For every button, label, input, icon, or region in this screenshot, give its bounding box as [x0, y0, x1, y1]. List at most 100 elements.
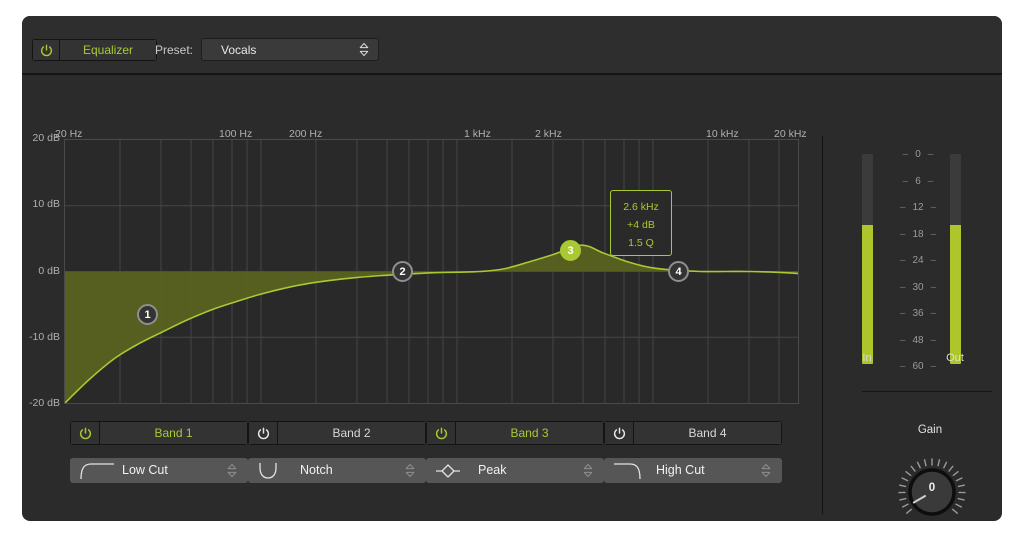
lowcut-curve-icon	[80, 463, 114, 480]
band-3-power-button[interactable]	[427, 422, 456, 444]
eq-node-2[interactable]: 2	[392, 261, 413, 282]
knob-tick	[951, 508, 958, 514]
meter-scale-tick: –18–	[882, 229, 954, 240]
db-tick-neg20: -20 dB	[29, 397, 60, 409]
band-2-power-button[interactable]	[249, 422, 278, 444]
chevron-updown-icon	[405, 463, 415, 478]
band-2-enable-group: Band 2	[248, 421, 426, 445]
plugin-header-bar: Equalizer Preset: Vocals	[22, 16, 1002, 75]
preset-selected-value: Vocals	[221, 43, 257, 57]
band-1-type-select[interactable]: Low Cut	[70, 458, 248, 483]
knob-tick	[899, 497, 907, 501]
gain-knob[interactable]: 0	[896, 454, 968, 521]
eq-node-4[interactable]: 4	[668, 261, 689, 282]
peak-curve-icon	[436, 464, 460, 478]
eq-node-1[interactable]: 1	[137, 304, 158, 325]
meter-tick-mark: –	[899, 361, 906, 372]
section-divider-vertical	[822, 136, 823, 514]
knob-tick	[943, 461, 948, 469]
meter-tick-mark: –	[899, 228, 906, 240]
knob-tick	[955, 477, 963, 482]
db-tick-0: 0 dB	[38, 265, 60, 277]
band-strip-2: Band 2 Notch	[248, 421, 426, 483]
meter-tick-mark: –	[899, 202, 906, 213]
eq-node-1-label: 1	[144, 308, 151, 321]
meter-scale-value: 60	[912, 361, 924, 372]
gain-value: 0	[928, 482, 936, 494]
preset-select[interactable]: Vocals	[201, 38, 379, 61]
band-strip-1: Band 1 Low Cut	[70, 421, 248, 483]
meter-scale-value: 6	[915, 175, 921, 187]
meter-scale-tick: –0–	[882, 149, 954, 160]
band-4-type-label: High Cut	[656, 463, 705, 477]
meter-tick-mark: –	[930, 308, 937, 319]
chevron-updown-icon	[227, 463, 237, 478]
knob-tick	[905, 470, 912, 477]
eq-node-3[interactable]: 3	[560, 240, 581, 261]
input-meter	[862, 154, 873, 364]
band-parameter-tooltip: 2.6 kHz +4 dB 1.5 Q	[610, 190, 672, 256]
knob-tick	[955, 503, 963, 508]
knob-tick	[916, 461, 921, 469]
meter-tick-mark: –	[930, 202, 937, 213]
meter-scale-tick: –36–	[882, 308, 954, 319]
meter-tick-mark: –	[899, 334, 906, 346]
meter-scale-tick: –30–	[882, 282, 954, 293]
output-meter-caption: Out	[946, 352, 964, 364]
band-strip-3: Band 3 Peak	[426, 421, 604, 483]
knob-tick	[948, 465, 954, 472]
knob-tick	[910, 465, 916, 472]
eq-node-4-label: 4	[675, 265, 682, 278]
power-icon	[40, 44, 52, 56]
knob-tick	[957, 497, 965, 501]
plugin-enable-group: Equalizer	[32, 39, 157, 61]
band-1-type-label: Low Cut	[122, 463, 168, 477]
meter-tick-mark: –	[930, 281, 937, 293]
knob-tick	[906, 508, 913, 514]
chevron-updown-icon	[359, 42, 369, 57]
band-3-name[interactable]: Band 3	[456, 422, 603, 444]
band-strip-4: Band 4 High Cut	[604, 421, 782, 483]
plugin-name-label[interactable]: Equalizer	[60, 40, 156, 60]
band-4-type-select[interactable]: High Cut	[604, 458, 782, 483]
plugin-power-button[interactable]	[33, 40, 60, 60]
band-1-name[interactable]: Band 1	[100, 422, 247, 444]
meter-tick-mark: –	[902, 175, 909, 187]
eq-node-2-label: 2	[399, 265, 406, 278]
tooltip-frequency: 2.6 kHz	[623, 201, 659, 213]
input-meter-fill	[862, 225, 873, 364]
meter-tick-mark: –	[927, 149, 934, 160]
band-3-type-select[interactable]: Peak	[426, 458, 604, 483]
knob-tick	[923, 459, 927, 467]
band-2-name[interactable]: Band 2	[278, 422, 425, 444]
meter-tick-mark: –	[899, 308, 906, 319]
chevron-updown-icon	[761, 463, 771, 478]
db-tick-20: 20 dB	[32, 132, 60, 144]
meter-tick-mark: –	[930, 255, 937, 266]
eq-node-3-label: 3	[567, 244, 574, 257]
notch-curve-icon	[259, 463, 277, 479]
tooltip-q: 1.5 Q	[628, 237, 654, 249]
meter-scale-value: 48	[912, 334, 924, 346]
band-1-enable-group: Band 1	[70, 421, 248, 445]
band-1-power-button[interactable]	[71, 422, 100, 444]
knob-tick	[901, 477, 909, 482]
power-icon	[435, 427, 447, 439]
meter-scale-tick: –12–	[882, 202, 954, 213]
db-tick-10: 10 dB	[32, 198, 60, 210]
meter-scale-value: 36	[912, 308, 924, 319]
band-3-enable-group: Band 3	[426, 421, 604, 445]
tooltip-gain: +4 dB	[627, 219, 655, 231]
meter-tick-mark: –	[927, 175, 934, 187]
gain-label: Gain	[917, 424, 943, 436]
knob-tick	[952, 470, 959, 477]
highcut-curve-icon	[614, 463, 641, 480]
band-4-power-button[interactable]	[605, 422, 634, 444]
power-icon	[613, 427, 625, 439]
input-meter-caption: In	[862, 352, 872, 364]
band-2-type-select[interactable]: Notch	[248, 458, 426, 483]
meter-tick-mark: –	[930, 334, 937, 346]
band-4-name[interactable]: Band 4	[634, 422, 781, 444]
power-icon	[79, 427, 91, 439]
equalizer-plugin-window: Equalizer Preset: Vocals 20 Hz 100 Hz 20…	[22, 16, 1002, 521]
